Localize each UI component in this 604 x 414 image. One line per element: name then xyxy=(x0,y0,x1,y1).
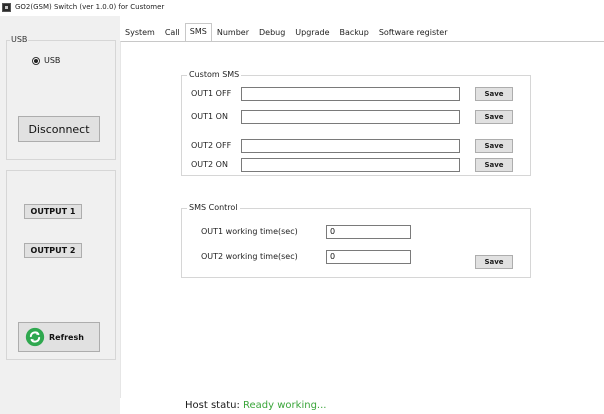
out1-on-label: OUT1 ON xyxy=(191,112,228,121)
usb-radio-label: USB xyxy=(44,56,61,65)
output1-button[interactable]: OUTPUT 1 xyxy=(24,204,82,219)
radio-selected-icon[interactable] xyxy=(32,56,40,65)
tab-debug[interactable]: Debug xyxy=(254,24,290,41)
out1-working-time-input[interactable]: 0 xyxy=(326,225,411,239)
out1-on-input[interactable] xyxy=(241,110,460,124)
usb-groupbox xyxy=(6,40,116,160)
out2-working-time-input[interactable]: 0 xyxy=(326,250,411,264)
refresh-button[interactable]: Refresh xyxy=(18,322,100,352)
out2-on-save-button[interactable]: Save xyxy=(475,158,513,172)
out2-on-input[interactable] xyxy=(241,158,460,172)
output2-button[interactable]: OUTPUT 2 xyxy=(24,243,82,258)
left-panel: USB USB Disconnect OUTPUT 1 OUTPUT 2 Ref… xyxy=(0,16,120,414)
out2-off-label: OUT2 OFF xyxy=(191,141,232,150)
out2-on-label: OUT2 ON xyxy=(191,160,228,169)
usb-radio[interactable]: USB xyxy=(32,56,60,65)
app-icon xyxy=(2,3,11,12)
out1-on-save-button[interactable]: Save xyxy=(475,110,513,124)
title-bar: GO2(GSM) Switch (ver 1.0.0) for Customer xyxy=(0,0,604,16)
disconnect-button[interactable]: Disconnect xyxy=(18,116,100,142)
host-status: Host statu: Ready working... xyxy=(185,400,326,411)
tab-backup[interactable]: Backup xyxy=(335,24,374,41)
sms-control-save-button[interactable]: Save xyxy=(475,255,513,269)
host-status-label: Host statu: xyxy=(185,400,240,411)
sms-control-title: SMS Control xyxy=(187,203,240,212)
tab-bar: System Call SMS Number Debug Upgrade Bac… xyxy=(120,23,453,42)
refresh-icon xyxy=(25,327,45,347)
host-status-value: Ready working... xyxy=(243,400,327,411)
out1-off-input[interactable] xyxy=(241,87,460,101)
tab-software-register[interactable]: Software register xyxy=(374,24,453,41)
tab-sms[interactable]: SMS xyxy=(184,23,212,42)
refresh-label: Refresh xyxy=(49,332,84,342)
out2-off-save-button[interactable]: Save xyxy=(475,139,513,153)
usb-group-label: USB xyxy=(10,35,29,44)
out1-off-save-button[interactable]: Save xyxy=(475,87,513,101)
tab-upgrade[interactable]: Upgrade xyxy=(290,24,334,41)
out1-working-time-label: OUT1 working time(sec) xyxy=(201,227,298,236)
out1-off-label: OUT1 OFF xyxy=(191,89,232,98)
out2-working-time-label: OUT2 working time(sec) xyxy=(201,252,298,261)
out2-off-input[interactable] xyxy=(241,139,460,153)
window-title: GO2(GSM) Switch (ver 1.0.0) for Customer xyxy=(15,3,165,11)
tab-call[interactable]: Call xyxy=(160,24,185,41)
tab-number[interactable]: Number xyxy=(212,24,254,41)
custom-sms-title: Custom SMS xyxy=(187,70,242,79)
tab-system[interactable]: System xyxy=(120,24,160,41)
sms-tab-content: Custom SMS OUT1 OFF Save OUT1 ON Save OU… xyxy=(120,41,604,398)
